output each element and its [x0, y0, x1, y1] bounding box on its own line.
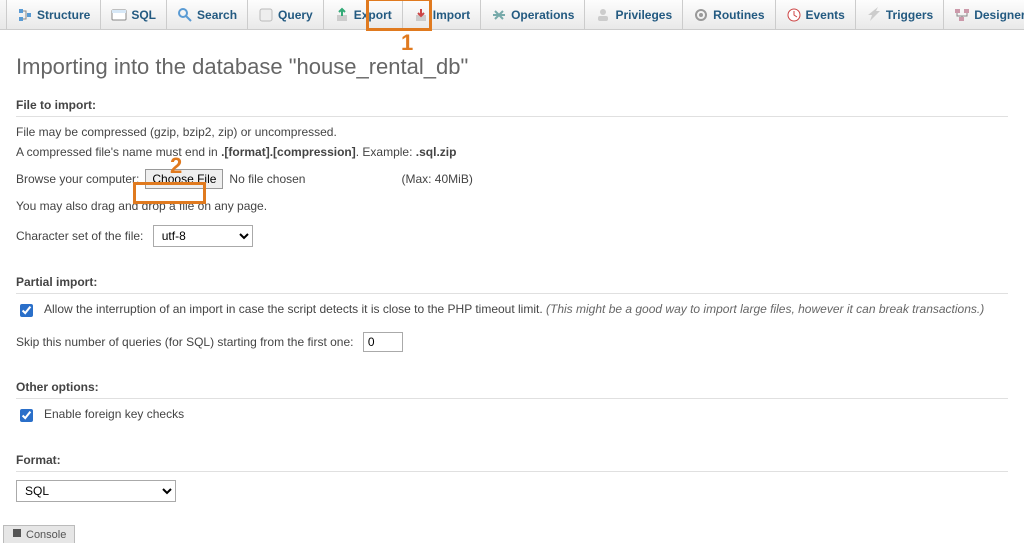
structure-icon — [17, 7, 33, 23]
max-size-text: (Max: 40MiB) — [401, 172, 472, 186]
designer-icon — [954, 7, 970, 23]
format-heading: Format: — [16, 453, 1008, 472]
format-row: SQL — [16, 480, 1008, 502]
tab-routines[interactable]: Routines — [683, 0, 775, 29]
other-heading: Other options: — [16, 380, 1008, 399]
charset-label: Character set of the file: — [16, 229, 143, 243]
tab-label: Triggers — [886, 8, 933, 22]
sql-icon — [111, 7, 127, 23]
skip-label: Skip this number of queries (for SQL) st… — [16, 335, 353, 349]
tab-privileges[interactable]: Privileges — [585, 0, 683, 29]
partial-heading: Partial import: — [16, 275, 1008, 294]
events-icon — [786, 7, 802, 23]
fk-label: Enable foreign key checks — [44, 407, 184, 421]
skip-row: Skip this number of queries (for SQL) st… — [16, 332, 1008, 352]
console-icon — [12, 528, 22, 541]
browse-row: Browse your computer: Choose File No fil… — [16, 169, 1008, 189]
no-file-text: No file chosen — [229, 172, 305, 186]
tab-import[interactable]: Import — [403, 0, 481, 29]
console-label: Console — [26, 529, 66, 541]
top-nav: Structure SQL Search Query Export Import… — [0, 0, 1024, 30]
foreign-key-checkbox[interactable] — [20, 409, 33, 422]
search-icon — [177, 7, 193, 23]
charset-select[interactable]: utf-8 — [153, 225, 253, 247]
tab-label: Search — [197, 8, 237, 22]
choose-file-button[interactable]: Choose File — [145, 169, 223, 189]
tab-triggers[interactable]: Triggers — [856, 0, 944, 29]
export-icon — [334, 7, 350, 23]
file-import-heading: File to import: — [16, 98, 1008, 117]
routines-icon — [693, 7, 709, 23]
tab-events[interactable]: Events — [776, 0, 856, 29]
tab-label: Designer — [974, 8, 1024, 22]
page-title: Importing into the database "house_renta… — [16, 54, 1008, 80]
tab-label: Import — [433, 8, 470, 22]
tab-label: Query — [278, 8, 313, 22]
format-select[interactable]: SQL — [16, 480, 176, 502]
tab-operations[interactable]: Operations — [481, 0, 585, 29]
tab-label: Structure — [37, 8, 90, 22]
tab-designer[interactable]: Designer — [944, 0, 1024, 29]
allow-interrupt-label: Allow the interruption of an import in c… — [44, 302, 984, 316]
content-area: Importing into the database "house_renta… — [0, 30, 1024, 518]
compress-hint: File may be compressed (gzip, bzip2, zip… — [16, 125, 1008, 139]
tab-label: SQL — [131, 8, 156, 22]
allow-interrupt-checkbox[interactable] — [20, 304, 33, 317]
tab-label: Operations — [511, 8, 574, 22]
skip-number-input[interactable] — [363, 332, 403, 352]
tab-sql[interactable]: SQL — [101, 0, 167, 29]
tab-structure[interactable]: Structure — [6, 0, 101, 29]
console-toggle[interactable]: Console — [3, 525, 75, 543]
tab-query[interactable]: Query — [248, 0, 324, 29]
tab-label: Privileges — [615, 8, 672, 22]
tab-label: Routines — [713, 8, 764, 22]
browse-label: Browse your computer: — [16, 172, 139, 186]
drag-hint: You may also drag and drop a file on any… — [16, 199, 1008, 213]
tab-label: Events — [806, 8, 845, 22]
allow-interrupt-row: Allow the interruption of an import in c… — [16, 302, 1008, 320]
import-icon — [413, 7, 429, 23]
tab-search[interactable]: Search — [167, 0, 248, 29]
privileges-icon — [595, 7, 611, 23]
tab-export[interactable]: Export — [324, 0, 403, 29]
charset-row: Character set of the file: utf-8 — [16, 225, 1008, 247]
compress-hint-2: A compressed file's name must end in .[f… — [16, 145, 1008, 159]
operations-icon — [491, 7, 507, 23]
query-icon — [258, 7, 274, 23]
triggers-icon — [866, 7, 882, 23]
fk-row: Enable foreign key checks — [16, 407, 1008, 425]
tab-label: Export — [354, 8, 392, 22]
